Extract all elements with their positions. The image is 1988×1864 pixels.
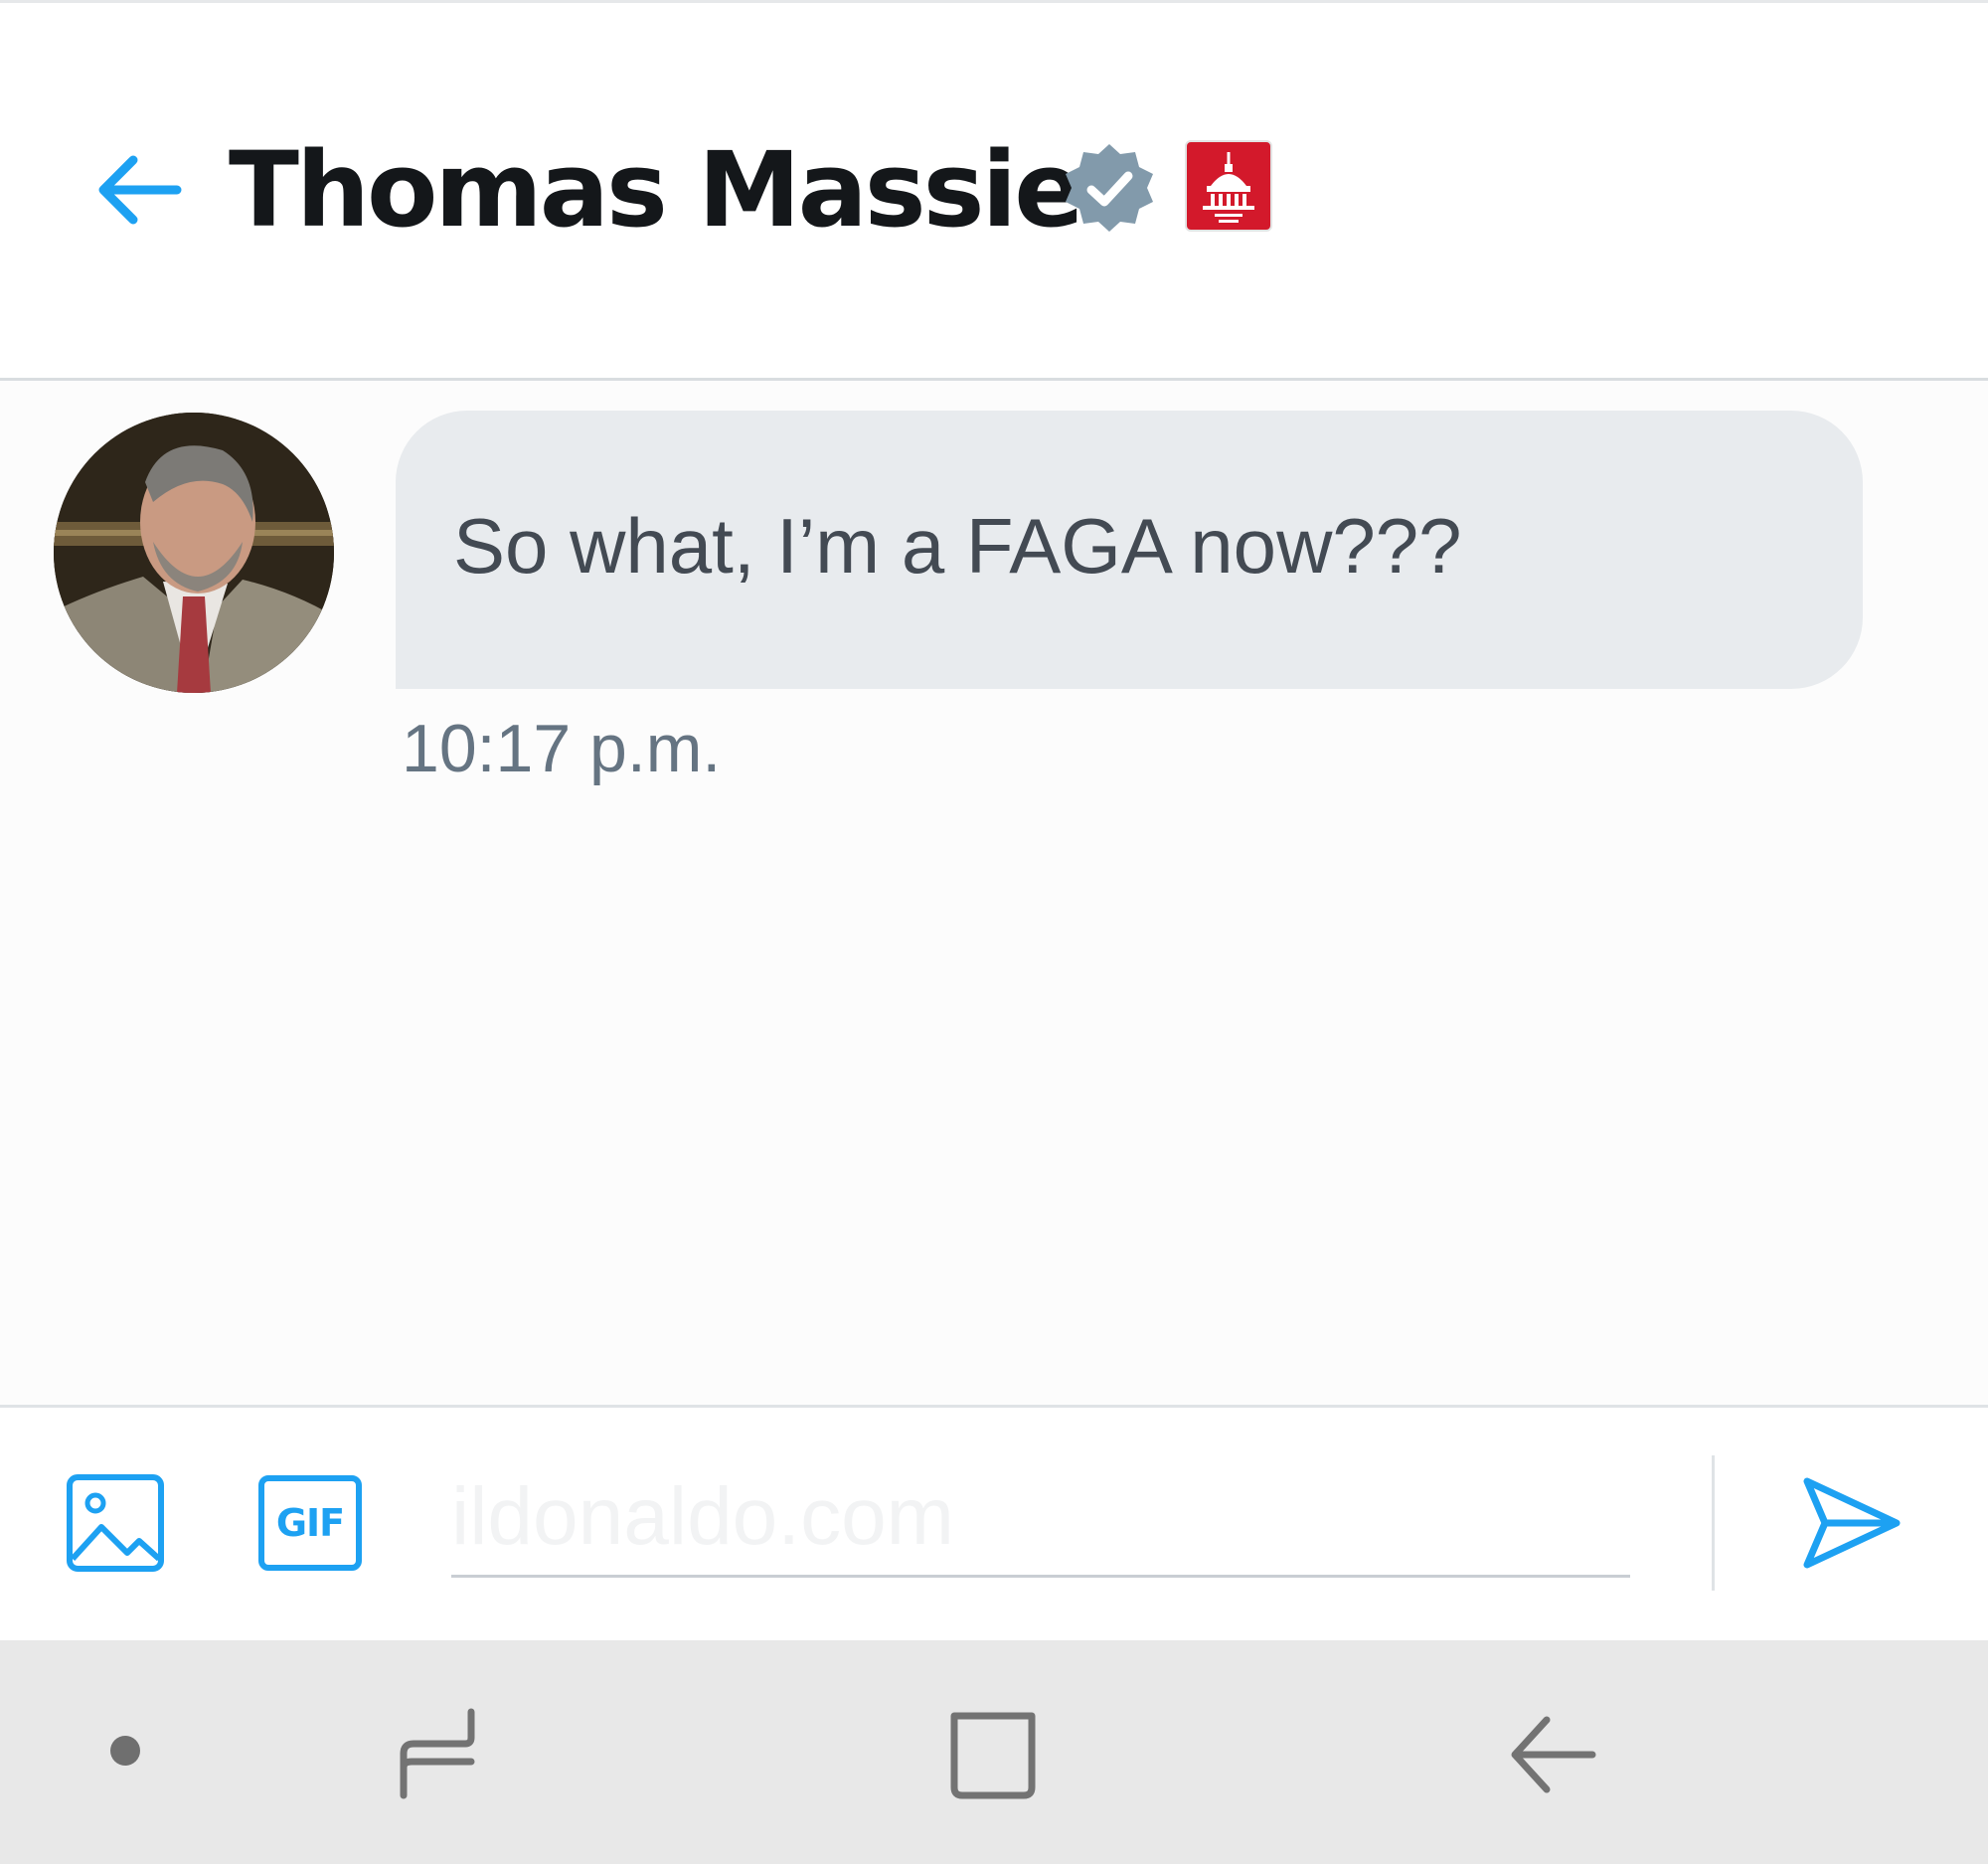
arrow-left-icon <box>98 155 182 225</box>
message-text: So what, I’m a FAGA now??? <box>453 502 1462 590</box>
message-input[interactable] <box>451 1459 1630 1578</box>
verified-badge-icon <box>1062 140 1157 236</box>
recents-icon <box>400 1708 475 1799</box>
avatar[interactable] <box>54 413 334 693</box>
system-back-button[interactable] <box>1507 1710 1596 1799</box>
conversation-header: Thomas Massie <box>0 3 1988 379</box>
back-icon <box>1511 1716 1596 1793</box>
message-composer: GIF <box>0 1408 1988 1640</box>
message-bubble[interactable]: So what, I’m a FAGA now??? <box>396 411 1863 689</box>
add-media-button[interactable] <box>66 1473 165 1573</box>
image-icon <box>67 1474 164 1572</box>
back-button[interactable] <box>91 142 187 238</box>
page-title[interactable]: Thomas Massie <box>229 130 1084 250</box>
send-button[interactable] <box>1799 1471 1903 1575</box>
message-timestamp: 10:17 p.m. <box>402 711 722 786</box>
home-icon <box>950 1712 1036 1799</box>
send-divider <box>1712 1455 1715 1591</box>
gif-button[interactable]: GIF <box>258 1475 362 1571</box>
home-button[interactable] <box>948 1712 1038 1799</box>
dot-indicator[interactable] <box>110 1736 140 1766</box>
send-icon <box>1803 1477 1901 1569</box>
recents-button[interactable] <box>394 1708 483 1799</box>
system-nav-bar <box>0 1640 1988 1864</box>
message-thread[interactable]: So what, I’m a FAGA now??? 10:17 p.m. <box>0 381 1988 1405</box>
house-gop-capitol-icon <box>1185 140 1272 232</box>
